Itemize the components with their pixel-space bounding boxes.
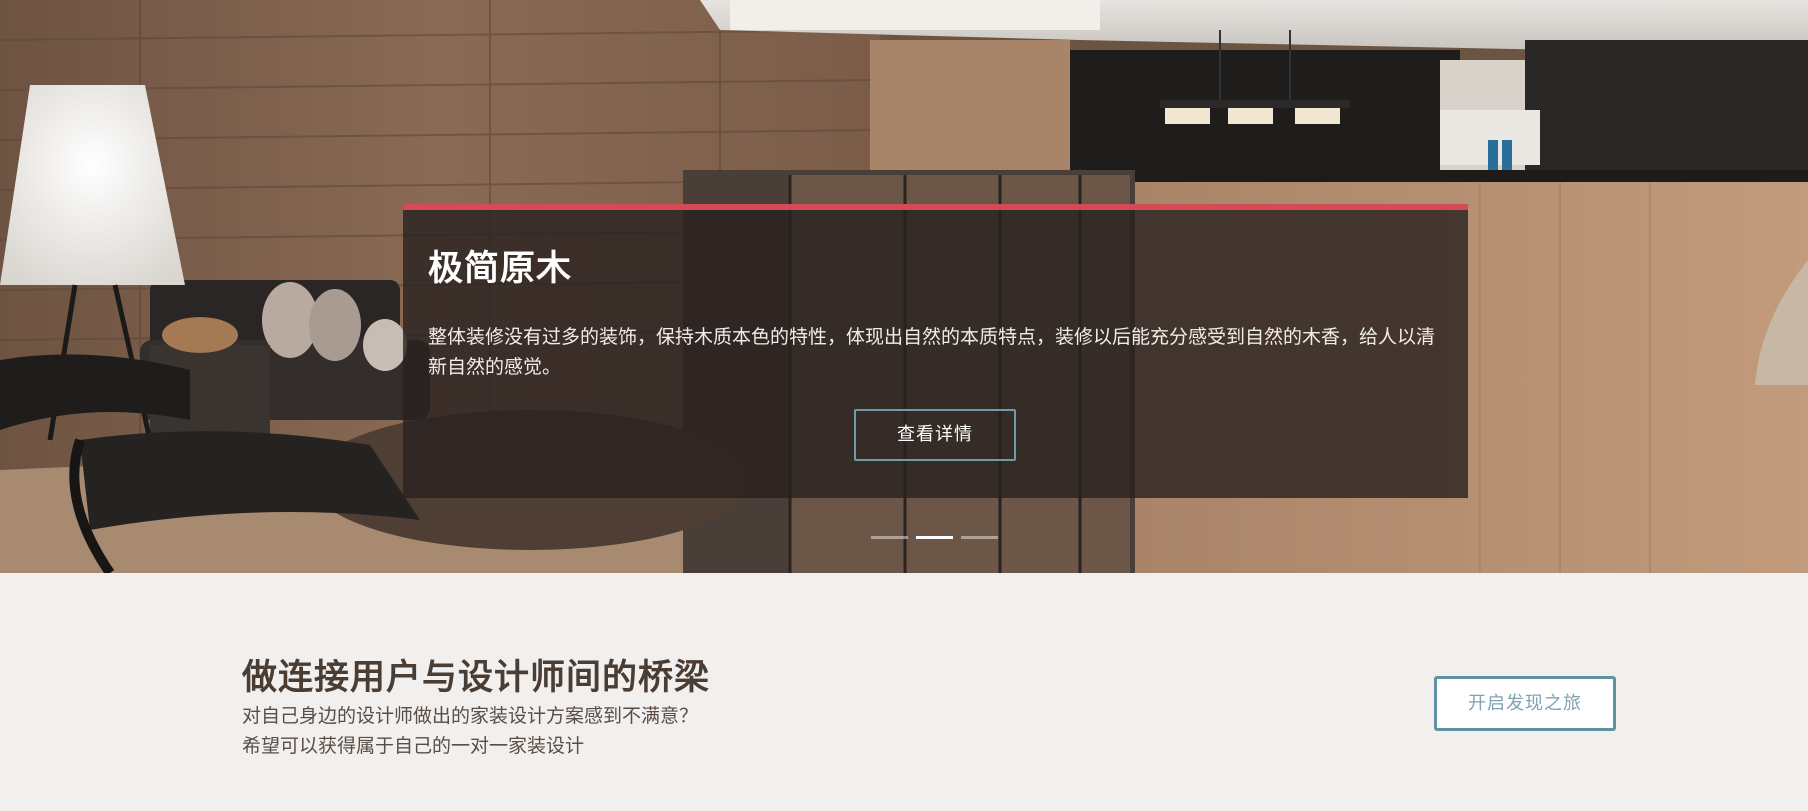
slider-dot-1[interactable] xyxy=(871,536,908,539)
slide-title: 极简原木 xyxy=(428,248,573,289)
hero-banner: 极简原木 整体装修没有过多的装饰，保持木质本色的特性，体现出自然的本质特点，装修… xyxy=(0,0,1808,573)
slider-indicators xyxy=(871,536,998,539)
start-journey-button[interactable]: 开启发现之旅 xyxy=(1434,676,1616,731)
intro-text: 对自己身边的设计师做出的家装设计方案感到不满意？ 希望可以获得属于自己的一对一家… xyxy=(242,701,698,761)
view-details-button[interactable]: 查看详情 xyxy=(854,409,1016,461)
slide-description: 整体装修没有过多的装饰，保持木质本色的特性，体现出自然的本质特点，装修以后能充分… xyxy=(428,326,1436,378)
intro-section: 做连接用户与设计师间的桥梁 对自己身边的设计师做出的家装设计方案感到不满意？ 希… xyxy=(0,573,1808,811)
intro-heading: 做连接用户与设计师间的桥梁 xyxy=(242,657,711,698)
hero-caption-panel: 极简原木 整体装修没有过多的装饰，保持木质本色的特性，体现出自然的本质特点，装修… xyxy=(403,204,1468,498)
intro-text-line-1: 对自己身边的设计师做出的家装设计方案感到不满意？ xyxy=(242,705,699,727)
slider-dot-3[interactable] xyxy=(961,536,998,539)
slider-dot-2[interactable] xyxy=(916,536,953,539)
intro-text-line-2: 希望可以获得属于自己的一对一家装设计 xyxy=(242,735,585,757)
